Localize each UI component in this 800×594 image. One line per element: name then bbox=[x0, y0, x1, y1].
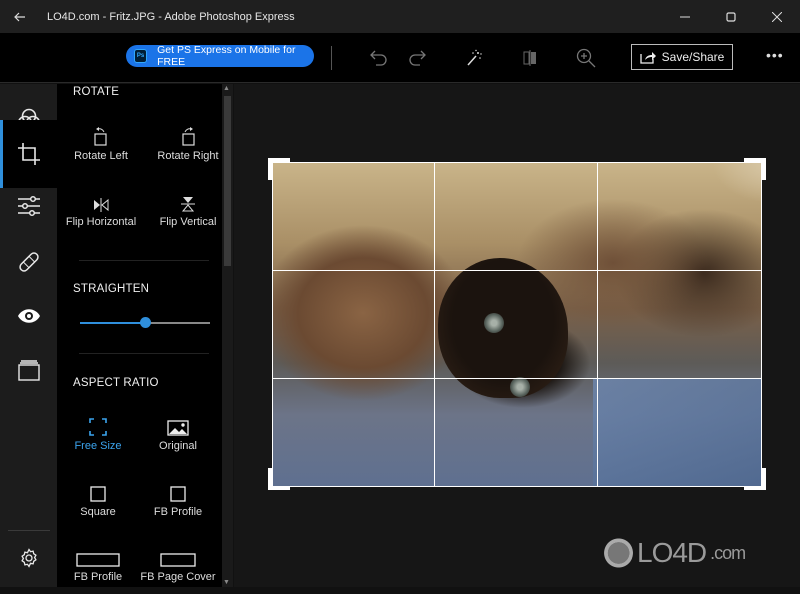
fb-profile-label: FB Profile bbox=[153, 506, 203, 518]
free-size-icon bbox=[89, 418, 107, 436]
section-divider bbox=[79, 260, 209, 261]
watermark-text: LO4D bbox=[637, 537, 707, 568]
layers-icon bbox=[17, 360, 40, 381]
close-icon bbox=[772, 11, 782, 22]
compare-button[interactable] bbox=[517, 45, 543, 71]
tool-rail bbox=[0, 84, 57, 587]
gear-icon bbox=[20, 548, 37, 568]
straighten-slider[interactable] bbox=[80, 317, 210, 328]
rotate-right-icon bbox=[182, 127, 195, 146]
scroll-down-arrow-icon[interactable]: ▼ bbox=[223, 579, 230, 586]
auto-fix-button[interactable] bbox=[461, 45, 487, 71]
arrow-left-icon bbox=[14, 12, 25, 21]
compare-icon bbox=[523, 50, 536, 66]
rail-item-borders[interactable] bbox=[0, 334, 57, 406]
lo4d-watermark: LO4D .com bbox=[601, 537, 746, 569]
section-divider bbox=[79, 353, 209, 354]
maximize-button[interactable] bbox=[708, 0, 754, 33]
undo-button[interactable] bbox=[365, 45, 391, 71]
eye-icon bbox=[17, 309, 40, 323]
straighten-section-title: STRAIGHTEN bbox=[73, 283, 150, 295]
rotate-right-label: Rotate Right bbox=[157, 150, 219, 162]
flip-vertical-icon bbox=[181, 197, 195, 212]
crop-panel: ROTATE Rotate Left Rotate Right Flip Hor… bbox=[57, 84, 222, 587]
original-label: Original bbox=[159, 440, 197, 452]
minimize-button[interactable] bbox=[662, 0, 708, 33]
crop-handle-bottom-left[interactable] bbox=[268, 468, 290, 490]
aspect-free-size[interactable]: Free Size bbox=[57, 414, 139, 452]
redo-icon bbox=[409, 50, 426, 66]
fb-profile-wide-label: FB Profile bbox=[73, 571, 123, 583]
share-icon bbox=[639, 52, 656, 64]
magic-wand-icon bbox=[467, 49, 482, 66]
aspect-fb-page-cover[interactable]: FB Page Cover bbox=[137, 545, 219, 583]
scrollbar-thumb[interactable] bbox=[224, 96, 231, 266]
back-button[interactable] bbox=[0, 0, 40, 33]
slider-thumb[interactable] bbox=[140, 317, 151, 328]
panel-scrollbar[interactable]: ▲ ▼ bbox=[222, 84, 233, 587]
redo-button[interactable] bbox=[405, 45, 431, 71]
more-options-button[interactable]: ••• bbox=[766, 47, 784, 63]
get-mobile-promo-button[interactable]: Ps Get PS Express on Mobile for FREE bbox=[126, 44, 314, 68]
lo4d-logo-icon bbox=[601, 537, 633, 569]
square-icon bbox=[90, 486, 106, 502]
bandage-icon bbox=[18, 252, 39, 272]
watermark-suffix: .com bbox=[710, 542, 746, 563]
zoom-in-icon bbox=[576, 48, 596, 68]
promo-label: Get PS Express on Mobile for FREE bbox=[157, 44, 296, 68]
flip-horizontal-button[interactable]: Flip Horizontal bbox=[60, 190, 142, 228]
crop-handle-top-left[interactable] bbox=[268, 158, 290, 180]
crop-handle-top-right[interactable] bbox=[744, 158, 766, 180]
ps-logo-icon: Ps bbox=[134, 49, 148, 63]
settings-button[interactable] bbox=[0, 522, 57, 594]
scroll-up-arrow-icon[interactable]: ▲ bbox=[223, 85, 230, 92]
square-icon bbox=[170, 486, 186, 502]
wide-rect-icon bbox=[76, 553, 120, 567]
rotate-left-button[interactable]: Rotate Left bbox=[60, 124, 142, 162]
rotate-left-label: Rotate Left bbox=[74, 150, 128, 162]
image-icon bbox=[167, 420, 189, 436]
aspect-fb-profile[interactable]: FB Profile bbox=[137, 480, 219, 518]
window-title: LO4D.com - Fritz.JPG - Adobe Photoshop E… bbox=[47, 10, 295, 23]
flip-vertical-button[interactable]: Flip Vertical bbox=[147, 190, 222, 228]
flip-vertical-label: Flip Vertical bbox=[159, 216, 217, 228]
save-share-button[interactable]: Save/Share bbox=[631, 44, 733, 70]
rotate-right-button[interactable]: Rotate Right bbox=[147, 124, 222, 162]
aspect-ratio-section-title: ASPECT RATIO bbox=[73, 377, 159, 389]
crop-icon bbox=[17, 143, 40, 165]
toolbar: Ps Get PS Express on Mobile for FREE Sav… bbox=[0, 33, 800, 83]
aspect-square[interactable]: Square bbox=[57, 480, 139, 518]
fb-page-cover-label: FB Page Cover bbox=[140, 571, 216, 583]
close-button[interactable] bbox=[754, 0, 800, 33]
free-size-label: Free Size bbox=[74, 440, 122, 452]
minimize-icon bbox=[680, 16, 690, 17]
slider-fill bbox=[80, 322, 145, 324]
aspect-fb-profile-wide[interactable]: FB Profile bbox=[57, 545, 139, 583]
wide-rect-icon bbox=[160, 553, 196, 567]
toolbar-divider bbox=[331, 46, 332, 70]
undo-icon bbox=[370, 50, 387, 66]
rotate-section-title: ROTATE bbox=[73, 86, 120, 98]
crop-frame[interactable] bbox=[272, 162, 762, 487]
rotate-left-icon bbox=[94, 127, 107, 146]
sliders-icon bbox=[17, 195, 40, 217]
aspect-original[interactable]: Original bbox=[137, 414, 219, 452]
title-bar: LO4D.com - Fritz.JPG - Adobe Photoshop E… bbox=[0, 0, 800, 33]
flip-horizontal-label: Flip Horizontal bbox=[65, 216, 137, 228]
flip-horizontal-icon bbox=[94, 198, 109, 212]
save-share-label: Save/Share bbox=[661, 50, 725, 64]
square-label: Square bbox=[80, 506, 116, 518]
maximize-icon bbox=[726, 11, 736, 22]
crop-handle-bottom-right[interactable] bbox=[744, 468, 766, 490]
zoom-button[interactable] bbox=[573, 45, 599, 71]
